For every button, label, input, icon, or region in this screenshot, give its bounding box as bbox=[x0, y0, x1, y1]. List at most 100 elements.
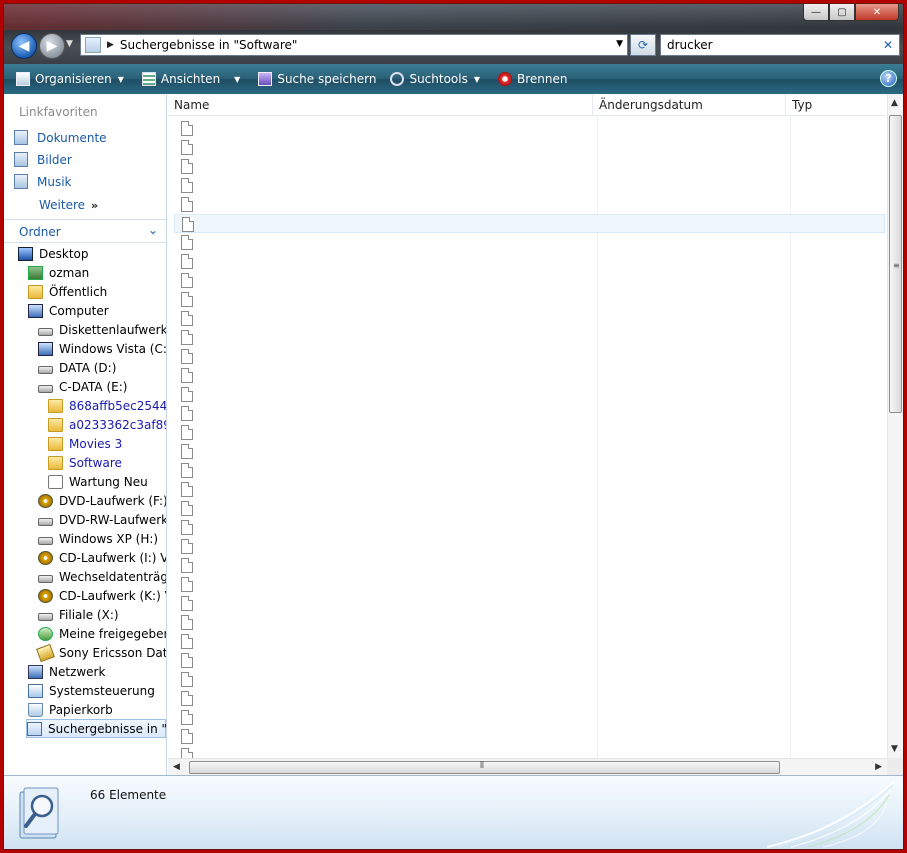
tree-item[interactable]: DVD-Laufwerk (F:) L bbox=[38, 491, 166, 510]
favorite-music[interactable]: Musik bbox=[14, 174, 72, 189]
tree-item[interactable]: DATA (D:) bbox=[38, 358, 116, 377]
tree-item[interactable]: C-DATA (E:) bbox=[38, 377, 127, 396]
tree-item[interactable]: ozman bbox=[28, 263, 89, 282]
file-row[interactable] bbox=[174, 271, 885, 290]
tree-item[interactable]: Meine freigegebene bbox=[38, 624, 166, 643]
file-row[interactable] bbox=[174, 537, 885, 556]
organize-button[interactable]: Organisieren ▼ bbox=[12, 68, 128, 90]
file-row[interactable] bbox=[174, 157, 885, 176]
tree-item[interactable]: DVD-RW-Laufwerk ( bbox=[38, 510, 166, 529]
file-row[interactable] bbox=[174, 632, 885, 651]
file-row[interactable] bbox=[174, 575, 885, 594]
favorite-documents[interactable]: Dokumente bbox=[14, 130, 107, 145]
column-header-date[interactable]: Änderungsdatum bbox=[593, 94, 786, 116]
breadcrumb-arrow-icon[interactable]: ▶ bbox=[107, 40, 114, 50]
tree-item[interactable]: Wechseldatenträger bbox=[38, 567, 166, 586]
column-header-type[interactable]: Typ bbox=[786, 94, 885, 116]
tree-item[interactable]: CD-Laufwerk (K:) Vi bbox=[38, 586, 166, 605]
file-row[interactable] bbox=[174, 138, 885, 157]
file-row[interactable] bbox=[174, 404, 885, 423]
file-row[interactable] bbox=[174, 670, 885, 689]
minimize-button[interactable]: — bbox=[803, 4, 829, 21]
save-search-button[interactable]: Suche speichern bbox=[254, 68, 380, 90]
tree-item[interactable]: Windows XP (H:) bbox=[38, 529, 158, 548]
close-button[interactable]: ✕ bbox=[855, 4, 899, 21]
favorite-pictures[interactable]: Bilder bbox=[14, 152, 72, 167]
tree-item[interactable]: Filiale (X:) bbox=[38, 605, 119, 624]
documents-icon bbox=[14, 130, 28, 145]
tree-item[interactable]: CD-Laufwerk (I:) Vir bbox=[38, 548, 166, 567]
file-row[interactable] bbox=[174, 651, 885, 670]
horizontal-scroll-thumb[interactable]: ⦀ bbox=[189, 761, 780, 774]
file-row[interactable] bbox=[174, 347, 885, 366]
file-row[interactable] bbox=[174, 195, 885, 214]
tree-item[interactable]: Desktop bbox=[18, 244, 89, 263]
tree-item[interactable]: Papierkorb bbox=[28, 700, 113, 719]
tree-item[interactable]: Wartung Neu bbox=[48, 472, 148, 491]
search-tools-button[interactable]: Suchtools ▼ bbox=[386, 68, 484, 90]
document-icon bbox=[181, 235, 193, 250]
tree-item[interactable]: Diskettenlaufwerk (A bbox=[38, 320, 167, 339]
file-row[interactable] bbox=[174, 385, 885, 404]
tree-item[interactable]: Suchergebnisse in "Sc bbox=[26, 719, 166, 738]
tree-item[interactable]: Movies 3 bbox=[48, 434, 122, 453]
file-row[interactable] bbox=[174, 176, 885, 195]
file-row[interactable] bbox=[174, 442, 885, 461]
horizontal-scrollbar[interactable]: ◀ ⦀ ▶ bbox=[168, 758, 887, 775]
file-row[interactable] bbox=[174, 461, 885, 480]
search-tools-icon bbox=[390, 72, 405, 86]
scroll-left-icon[interactable]: ◀ bbox=[173, 762, 180, 772]
scrollbar-corner bbox=[887, 758, 903, 775]
file-row[interactable] bbox=[174, 708, 885, 727]
column-header-name[interactable]: Name bbox=[168, 94, 593, 116]
tree-item[interactable]: a0233362c3af896b bbox=[48, 415, 166, 434]
file-row[interactable] bbox=[174, 689, 885, 708]
vertical-scrollbar[interactable]: ▲ ≡ ▼ bbox=[887, 94, 903, 758]
file-row[interactable] bbox=[174, 518, 885, 537]
views-button[interactable]: Ansichten ▼ bbox=[138, 68, 244, 90]
file-row[interactable] bbox=[174, 727, 885, 746]
tree-item[interactable]: Systemsteuerung bbox=[28, 681, 155, 700]
forward-button[interactable]: ▶ bbox=[39, 33, 65, 59]
recent-pages-dropdown[interactable]: ▼ bbox=[66, 39, 73, 49]
clear-search-icon[interactable]: ✕ bbox=[883, 38, 893, 52]
scroll-right-icon[interactable]: ▶ bbox=[875, 762, 882, 772]
file-row[interactable] bbox=[174, 252, 885, 271]
file-row[interactable] bbox=[174, 309, 885, 328]
file-row[interactable] bbox=[174, 119, 885, 138]
tree-item[interactable]: Windows Vista (C:) bbox=[38, 339, 166, 358]
back-button[interactable]: ◀ bbox=[11, 33, 37, 59]
tree-item[interactable]: Öffentlich bbox=[28, 282, 107, 301]
tree-item[interactable]: Netzwerk bbox=[28, 662, 105, 681]
search-input[interactable]: drucker ✕ bbox=[660, 34, 900, 56]
help-button[interactable]: ? bbox=[880, 70, 897, 87]
address-dropdown-icon[interactable]: ▼ bbox=[616, 39, 623, 49]
file-row[interactable] bbox=[174, 366, 885, 385]
vertical-scroll-thumb[interactable]: ≡ bbox=[889, 115, 902, 413]
tree-item[interactable]: 868affb5ec254406: bbox=[48, 396, 166, 415]
more-favorites-link[interactable]: Weitere » bbox=[39, 198, 98, 212]
command-bar: Organisieren ▼ Ansichten ▼ Suche speiche… bbox=[4, 64, 903, 94]
file-row[interactable] bbox=[174, 328, 885, 347]
file-row[interactable] bbox=[174, 480, 885, 499]
address-bar[interactable]: ▶ Suchergebnisse in "Software" ▼ bbox=[80, 34, 628, 56]
file-row[interactable] bbox=[174, 290, 885, 309]
drive-icon bbox=[38, 365, 53, 374]
file-row[interactable] bbox=[174, 613, 885, 632]
folders-header[interactable]: Ordner ⌄ bbox=[4, 219, 166, 243]
file-row[interactable] bbox=[174, 423, 885, 442]
tree-item[interactable]: Sony Ericsson Datei- bbox=[36, 643, 166, 662]
tree-item-label: Diskettenlaufwerk (A bbox=[59, 322, 167, 337]
scroll-down-icon[interactable]: ▼ bbox=[891, 744, 898, 754]
burn-button[interactable]: Brennen bbox=[494, 68, 571, 90]
scroll-up-icon[interactable]: ▲ bbox=[891, 98, 898, 108]
file-row[interactable] bbox=[174, 499, 885, 518]
refresh-button[interactable]: ⟳ bbox=[630, 34, 656, 56]
file-row[interactable] bbox=[174, 556, 885, 575]
tree-item[interactable]: Computer bbox=[28, 301, 109, 320]
file-row[interactable] bbox=[174, 214, 885, 233]
tree-item[interactable]: Software bbox=[48, 453, 122, 472]
file-row[interactable] bbox=[174, 233, 885, 252]
file-row[interactable] bbox=[174, 594, 885, 613]
maximize-button[interactable]: ▢ bbox=[829, 4, 855, 21]
